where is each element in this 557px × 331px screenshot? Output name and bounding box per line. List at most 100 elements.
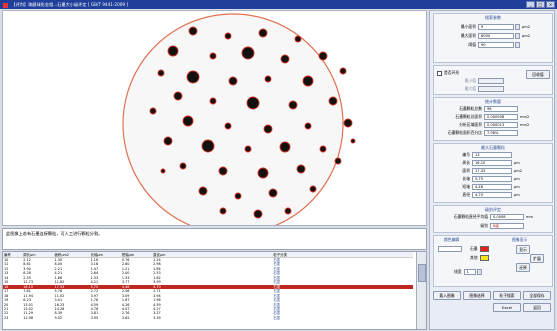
graphite-particle[interactable] xyxy=(173,91,183,101)
max-area-input[interactable]: 6000 xyxy=(478,33,514,39)
reset-button[interactable]: 回收值 xyxy=(526,70,550,79)
line-width-spinner[interactable] xyxy=(476,269,482,275)
graphite-particle[interactable] xyxy=(343,118,353,128)
graphite-particle[interactable] xyxy=(328,96,338,106)
table-scrollbar[interactable] xyxy=(416,252,426,329)
table-cell: 23 xyxy=(4,315,9,320)
graphite-particle[interactable] xyxy=(188,26,198,36)
window-controls: _ □ × xyxy=(526,1,555,8)
minimize-button[interactable]: _ xyxy=(526,1,535,8)
threshold-label: 阈值 xyxy=(468,42,476,47)
graphite-particle[interactable] xyxy=(179,162,187,170)
graphite-particle[interactable] xyxy=(309,185,317,193)
graphite-particle[interactable] xyxy=(186,70,200,84)
image-viewer[interactable] xyxy=(2,10,427,226)
graphite-particle[interactable] xyxy=(218,166,228,176)
maximize-button[interactable]: □ xyxy=(536,1,545,8)
graphite-particle[interactable] xyxy=(258,28,268,38)
exit-button[interactable]: 返回 xyxy=(523,303,551,312)
close-button[interactable]: × xyxy=(546,1,555,8)
graphite-particle[interactable] xyxy=(284,207,292,215)
show-button[interactable]: 显示 xyxy=(516,245,530,254)
graphite-particle[interactable] xyxy=(279,141,291,153)
min-area-label: 最小面积 xyxy=(460,24,476,29)
threshold-spinner[interactable] xyxy=(515,42,520,48)
graphite-particle[interactable] xyxy=(241,46,255,60)
restore-button[interactable]: 还原 xyxy=(516,263,530,272)
graphite-particle[interactable] xyxy=(198,186,208,196)
graphite-particle[interactable] xyxy=(224,32,232,40)
graphite-particle[interactable] xyxy=(182,115,194,127)
select-image-button[interactable]: 图像选择 xyxy=(463,291,491,300)
table-cell: 12.98 xyxy=(23,315,33,320)
graphite-particle[interactable] xyxy=(163,136,173,146)
results-table: 编号 周长μm 面积μm2 长轴μm 短轴μm 直径μm 粒子分类 10 2.12 1.30 1.… xyxy=(3,252,413,320)
graphite-particle[interactable] xyxy=(160,168,166,174)
short-axis-label: 短轴 xyxy=(462,184,470,189)
graphite-particle[interactable] xyxy=(280,54,290,64)
unit-label: mm xyxy=(526,215,534,219)
graphite-particle[interactable] xyxy=(246,96,260,110)
detect-particles-button[interactable]: 粒子搜索 xyxy=(493,291,521,300)
table-row[interactable]: 23 12.98 9.02 3.95 3.62 3.39 石墨 xyxy=(3,316,413,320)
graphite-particle[interactable] xyxy=(288,100,298,110)
table-cell: 3.95 xyxy=(90,315,99,320)
graphite-particle[interactable] xyxy=(253,209,263,219)
graphite-particle[interactable] xyxy=(228,76,238,86)
excel-button[interactable]: Excel xyxy=(493,303,521,312)
expand-button[interactable]: 扩展 xyxy=(530,254,544,263)
graphite-particle[interactable] xyxy=(350,138,356,144)
graphite-particle[interactable] xyxy=(234,192,242,200)
graphite-particle[interactable] xyxy=(244,145,252,153)
save-all-button[interactable]: 全部保存 xyxy=(523,291,551,300)
ring-max-input[interactable] xyxy=(478,86,504,92)
threshold-input[interactable]: 90 xyxy=(478,42,514,48)
graphite-particle[interactable] xyxy=(302,75,314,87)
graphite-particle[interactable] xyxy=(334,157,342,165)
grade-section: 级别评定 石墨颗粒直径平均值 0.0008 mm 级别 6级 xyxy=(433,205,553,233)
graphite-particle[interactable] xyxy=(257,167,269,179)
ring-checkbox[interactable] xyxy=(437,70,442,76)
other-color-swatch[interactable] xyxy=(479,255,489,261)
graphite-particle[interactable] xyxy=(268,188,278,198)
graphite-particle[interactable] xyxy=(339,67,347,75)
number-value: 13 xyxy=(472,152,512,158)
graphite-particle[interactable] xyxy=(224,122,232,130)
results-table-panel[interactable]: 编号 周长μm 面积μm2 长轴μm 短轴μm 直径μm 粒子分类 10 2.12 1.30 1.… xyxy=(2,251,427,330)
stats-section: 统计数量 石墨颗粒总数 98 石墨颗粒总面积 0.000908 mm2 分析区域… xyxy=(433,97,553,141)
micrograph[interactable] xyxy=(3,11,427,226)
avg-diameter-label: 石墨颗粒直径平均值 xyxy=(453,214,488,219)
graphite-particle[interactable] xyxy=(304,122,312,130)
unit-label: mm2 xyxy=(520,115,530,119)
scrollbar-thumb[interactable] xyxy=(418,264,426,282)
graphite-particle[interactable] xyxy=(319,145,327,153)
unit-label: μm xyxy=(514,185,520,189)
ring-min-input[interactable] xyxy=(478,78,504,84)
graphite-particle[interactable] xyxy=(149,107,157,115)
color-preview xyxy=(438,246,462,252)
app-icon xyxy=(3,2,8,8)
graphite-particle[interactable] xyxy=(219,207,227,215)
graphite-particle[interactable] xyxy=(318,51,328,61)
number-label: 编号 xyxy=(462,152,470,157)
import-image-button[interactable]: 载入图像 xyxy=(433,291,461,300)
graphite-particle[interactable] xyxy=(294,35,302,43)
graphite-particle[interactable] xyxy=(209,97,217,105)
total-area-value: 0.000908 xyxy=(484,114,518,120)
graphite-particle[interactable] xyxy=(201,139,215,153)
graphite-particle[interactable] xyxy=(209,52,217,60)
graphite-particle[interactable] xyxy=(296,164,306,174)
min-area-input[interactable]: 9 xyxy=(478,24,514,30)
graphite-color-label: 石墨 xyxy=(470,246,478,251)
area-value: 17.33 xyxy=(472,168,512,174)
graphite-particle[interactable] xyxy=(167,45,179,57)
unit-label: μm2 xyxy=(522,25,531,29)
short-axis-value: 4.48 xyxy=(472,184,512,190)
table-cell: 9.02 xyxy=(54,315,63,320)
graphite-particle[interactable] xyxy=(264,75,272,83)
graphite-particle[interactable] xyxy=(157,69,165,77)
table-cell: 3.39 xyxy=(153,315,161,320)
graphite-particle[interactable] xyxy=(263,124,273,134)
graphite-color-swatch[interactable] xyxy=(479,246,489,252)
line-width-input[interactable]: 1 xyxy=(463,269,476,275)
